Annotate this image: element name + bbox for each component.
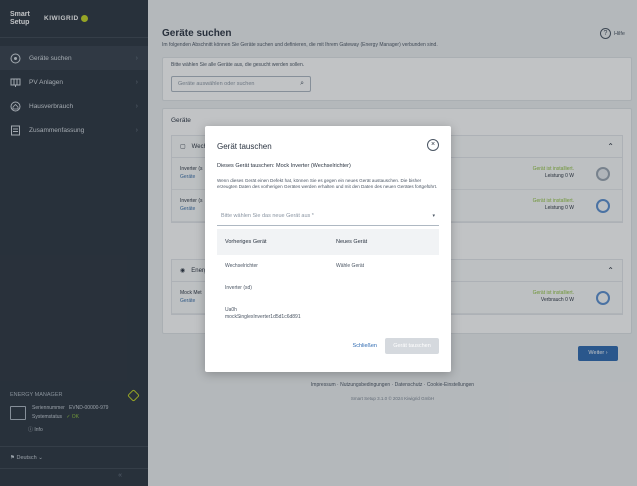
replace-device-button[interactable]: Gerät tauschen	[385, 338, 439, 354]
dialog-actions: Schließen Gerät tauschen	[353, 338, 439, 354]
cancel-button[interactable]: Schließen	[353, 343, 377, 349]
new-value: Wähle Gerät	[336, 263, 365, 269]
table-row: Ua0h mockSinglexInverter1d5d1c6d891	[217, 299, 439, 329]
dialog-title: Gerät tauschen	[217, 142, 272, 151]
table-header: Vorheriges Gerät Neues Gerät	[217, 229, 439, 255]
previous-value: Inverter (sd)	[225, 285, 252, 291]
previous-value: Wechselrichter	[225, 263, 258, 269]
previous-value: Ua0h mockSinglexInverter1d5d1c6d891	[217, 307, 328, 321]
table-row: Inverter (sd)	[217, 277, 439, 299]
col-previous-device: Vorheriges Gerät	[225, 239, 267, 245]
close-icon[interactable]: ×	[427, 139, 439, 151]
device-compare-table: Vorheriges Gerät Neues Gerät Wechselrich…	[217, 229, 439, 329]
table-row: Wechselrichter Wähle Gerät	[217, 255, 439, 277]
chevron-down-icon: ▾	[432, 213, 435, 219]
replace-device-dialog: Gerät tauschen × Dieses Gerät tauschen: …	[205, 126, 451, 372]
previous-value-line2: mockSinglexInverter1d5d1c6d891	[225, 314, 301, 320]
new-device-select[interactable]: Bitte wählen Sie das neue Gerät aus * ▾	[217, 208, 439, 226]
dialog-description: Wenn dieses Gerät einen Defekt hat, könn…	[217, 178, 438, 190]
col-new-device: Neues Gerät	[336, 239, 368, 245]
dialog-subtitle: Dieses Gerät tauschen: Mock Inverter (We…	[217, 163, 351, 169]
previous-value-line1: Ua0h	[225, 307, 237, 313]
select-placeholder: Bitte wählen Sie das neue Gerät aus *	[221, 213, 314, 219]
